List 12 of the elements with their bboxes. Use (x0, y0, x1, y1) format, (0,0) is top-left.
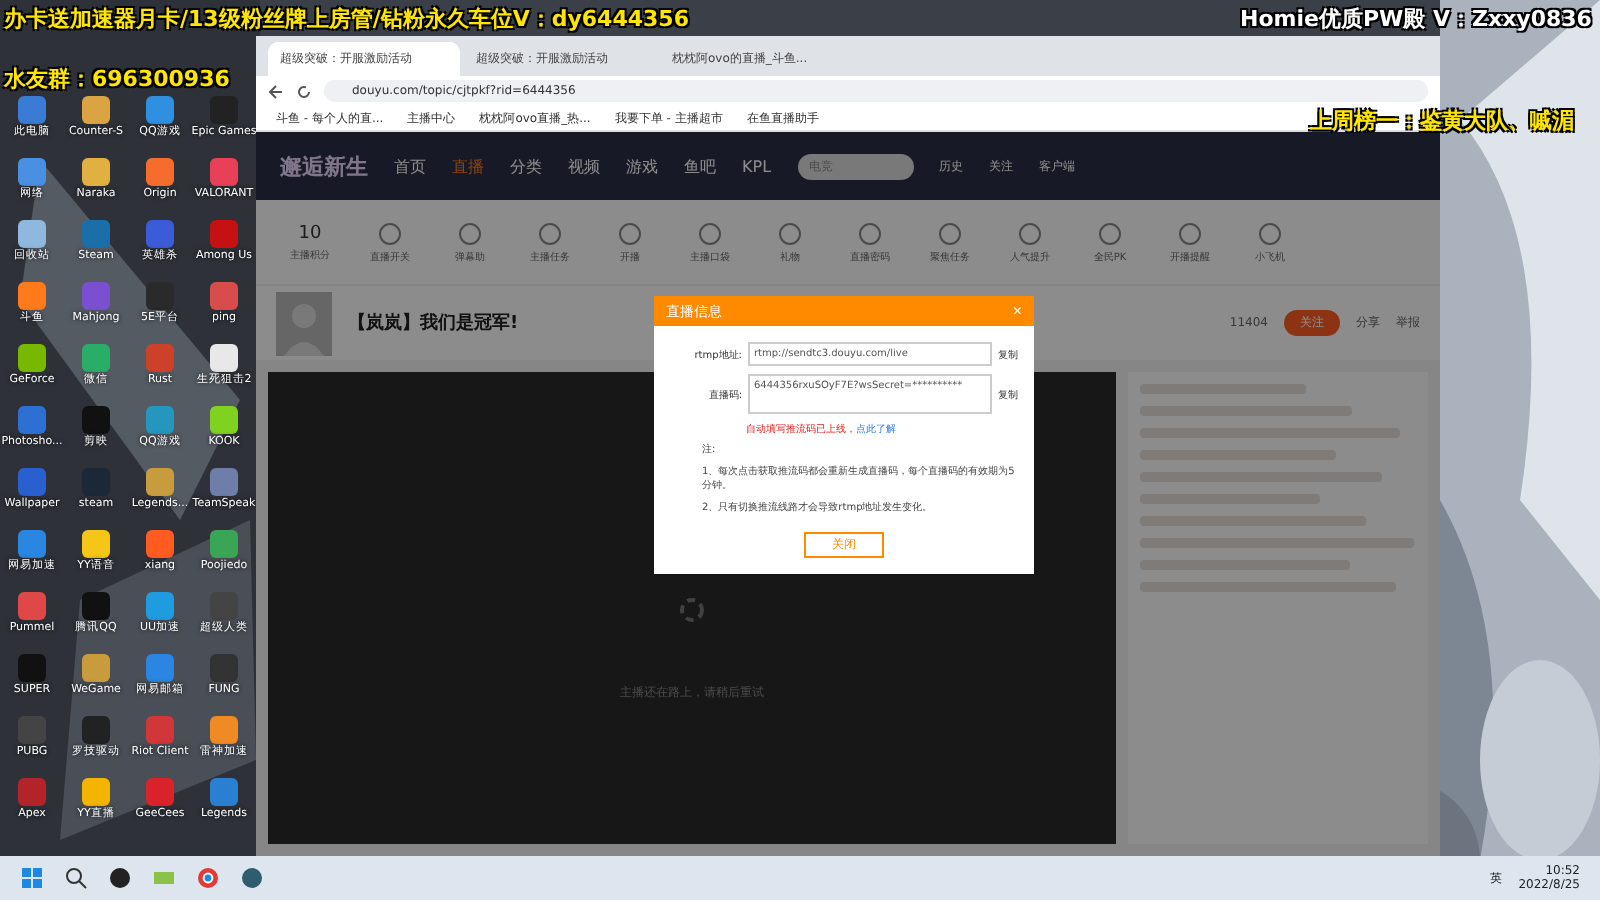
nav-link[interactable]: KPL (742, 157, 772, 175)
banner-title: 邂逅新生 (280, 151, 368, 181)
nav-link[interactable]: 游戏 (626, 155, 658, 177)
overlay-text: 水友群：696300936 (4, 64, 230, 94)
points-value: 10 (298, 223, 322, 243)
overlay-text: 办卡送加速器月卡/13级粉丝牌上房管/钻粉永久车位V：dy6444356 (4, 4, 689, 34)
nav-link[interactable]: 首页 (394, 155, 426, 177)
overlay-text: 上周榜一：鉴黄大队、嘁湄 (1310, 106, 1574, 136)
nav-link[interactable]: 视频 (568, 155, 600, 177)
nav-link[interactable]: 分类 (510, 155, 542, 177)
nav-link[interactable]: 鱼吧 (684, 155, 716, 177)
room-title: 【岚岚】我们是冠军! (348, 310, 519, 336)
